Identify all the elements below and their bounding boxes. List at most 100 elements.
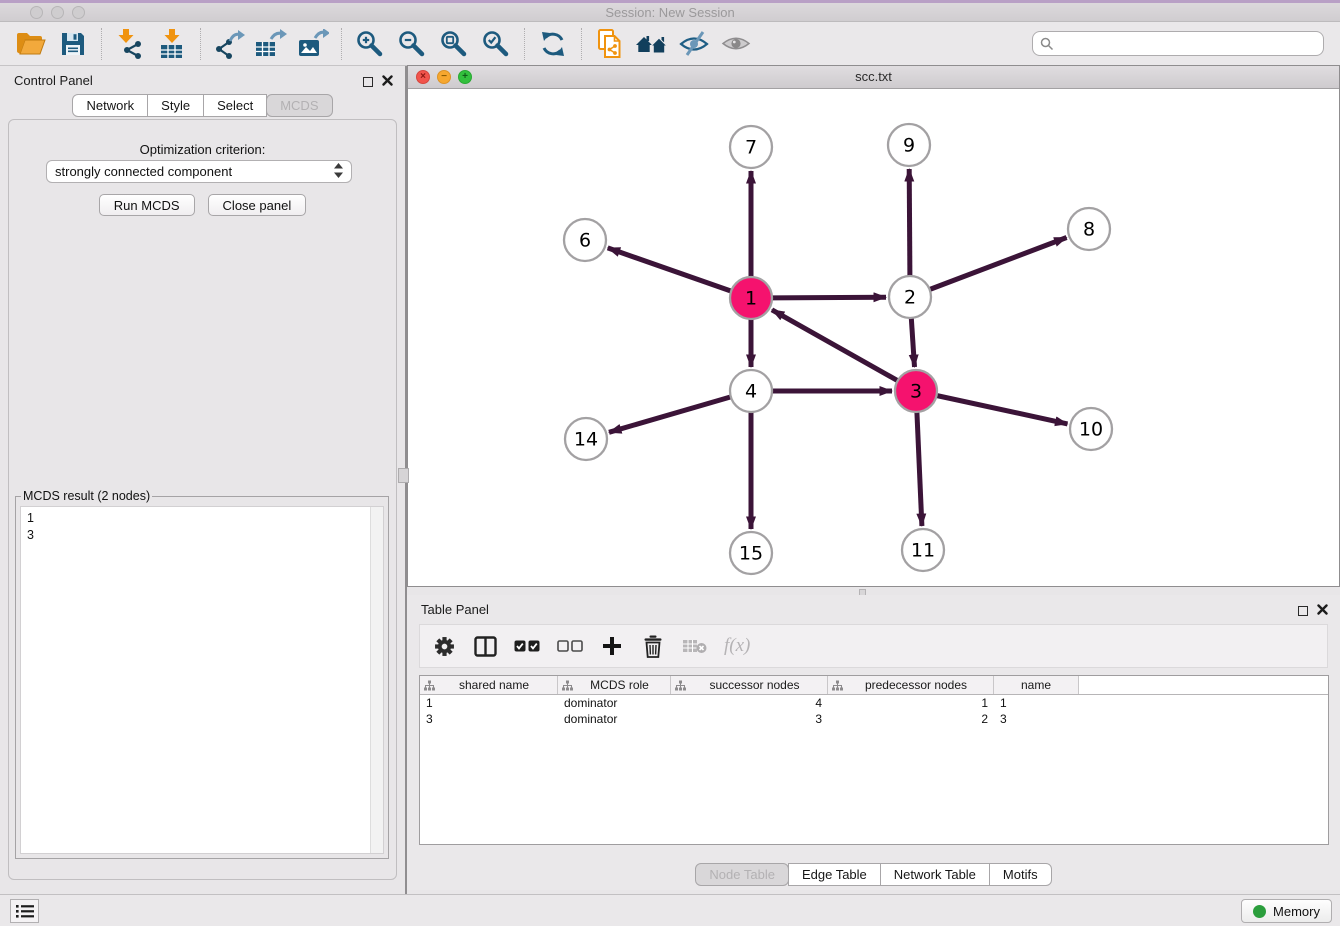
graph-edge[interactable] [772, 310, 898, 381]
network-window-titlebar[interactable]: × − + scc.txt [408, 66, 1339, 89]
graph-node[interactable]: 11 [902, 529, 944, 571]
select-all-columns-icon[interactable] [514, 633, 540, 659]
graph-node[interactable]: 9 [888, 124, 930, 166]
close-panel-icon[interactable] [382, 73, 393, 91]
tab-network[interactable]: Network [72, 94, 148, 117]
export-network-icon[interactable] [212, 27, 246, 61]
graph-edge[interactable] [917, 412, 922, 526]
cell-successor-nodes[interactable]: 4 [671, 696, 828, 710]
svg-text:1: 1 [745, 288, 757, 310]
memory-label: Memory [1273, 904, 1320, 919]
float-table-panel-icon[interactable] [1298, 606, 1308, 616]
close-window-icon[interactable] [30, 6, 43, 19]
zoom-selected-icon[interactable] [479, 27, 513, 61]
save-session-icon[interactable] [56, 27, 90, 61]
svg-text:10: 10 [1079, 419, 1103, 441]
show-columns-icon[interactable] [473, 633, 497, 659]
memory-button[interactable]: Memory [1241, 899, 1332, 923]
tab-edge-table[interactable]: Edge Table [788, 863, 881, 886]
cell-successor-nodes[interactable]: 3 [671, 712, 828, 726]
cell-mcds-role[interactable]: dominator [558, 712, 671, 726]
float-panel-icon[interactable] [363, 77, 373, 87]
refresh-view-icon[interactable] [536, 27, 570, 61]
network-file-icon[interactable] [593, 27, 627, 61]
svg-text:11: 11 [911, 540, 935, 562]
graph-node[interactable]: 1 [730, 277, 772, 319]
network-minimize-icon[interactable]: − [437, 70, 451, 84]
toolbar-separator [341, 28, 342, 60]
show-graphics-details-icon[interactable] [719, 27, 753, 61]
column-header-name[interactable]: name [994, 676, 1079, 694]
mcds-tab-content: Optimization criterion: strongly connect… [8, 119, 397, 880]
cell-shared-name[interactable]: 3 [420, 712, 558, 726]
tab-mcds[interactable]: MCDS [266, 94, 332, 117]
panel-resize-handle[interactable] [398, 468, 409, 483]
import-table-icon[interactable] [155, 27, 189, 61]
control-panel-title: Control Panel [14, 73, 93, 88]
tab-select[interactable]: Select [203, 94, 267, 117]
search-icon [1040, 37, 1054, 56]
result-scrollbar[interactable] [370, 507, 383, 853]
maximize-window-icon[interactable] [72, 6, 85, 19]
graph-node[interactable]: 3 [895, 370, 937, 412]
graph-edge[interactable] [911, 318, 914, 367]
zoom-out-icon[interactable] [395, 27, 429, 61]
search-input[interactable] [1032, 31, 1324, 56]
tab-motifs[interactable]: Motifs [989, 863, 1052, 886]
graph-node[interactable]: 14 [565, 418, 607, 460]
open-session-icon[interactable] [14, 27, 48, 61]
cell-predecessor-nodes[interactable]: 2 [828, 712, 994, 726]
close-panel-button[interactable]: Close panel [208, 194, 307, 216]
graph-node[interactable]: 6 [564, 219, 606, 261]
graph-edge[interactable] [909, 169, 910, 276]
run-mcds-button[interactable]: Run MCDS [99, 194, 195, 216]
network-maximize-icon[interactable]: + [458, 70, 472, 84]
table-row[interactable]: 1dominator411 [420, 695, 1328, 711]
mcds-result-area[interactable]: 13 [20, 506, 384, 854]
export-image-icon[interactable] [296, 27, 330, 61]
column-header-shared-name[interactable]: shared name [420, 676, 558, 694]
table-row[interactable]: 3dominator323 [420, 711, 1328, 727]
cell-name[interactable]: 3 [994, 712, 1079, 726]
close-table-panel-icon[interactable] [1317, 602, 1328, 620]
graph-node[interactable]: 2 [889, 276, 931, 318]
toolbar-separator [200, 28, 201, 60]
column-header-mcds-role[interactable]: MCDS role [558, 676, 671, 694]
network-canvas-svg[interactable]: 7 9 6 8 1 2 4 3 14 10 15 11 [408, 89, 1339, 586]
graph-edge[interactable] [930, 238, 1067, 290]
cell-name[interactable]: 1 [994, 696, 1079, 710]
tab-network-table[interactable]: Network Table [880, 863, 990, 886]
import-network-icon[interactable] [113, 27, 147, 61]
zoom-in-icon[interactable] [353, 27, 387, 61]
table-options-icon[interactable] [432, 633, 456, 659]
graph-edge[interactable] [609, 397, 731, 432]
svg-text:2: 2 [904, 287, 916, 309]
graph-edge[interactable] [608, 248, 732, 291]
graph-edge[interactable] [772, 297, 886, 298]
unselect-all-columns-icon[interactable] [557, 633, 583, 659]
column-header-predecessor-nodes[interactable]: predecessor nodes [828, 676, 994, 694]
node-table[interactable]: shared nameMCDS rolesuccessor nodesprede… [419, 675, 1329, 845]
tab-style[interactable]: Style [147, 94, 204, 117]
graph-node[interactable]: 7 [730, 126, 772, 168]
minimize-window-icon[interactable] [51, 6, 64, 19]
graph-edge[interactable] [937, 396, 1068, 424]
graph-node[interactable]: 10 [1070, 408, 1112, 450]
cell-predecessor-nodes[interactable]: 1 [828, 696, 994, 710]
cell-shared-name[interactable]: 1 [420, 696, 558, 710]
network-close-icon[interactable]: × [416, 70, 430, 84]
tab-node-table[interactable]: Node Table [695, 863, 789, 886]
hide-graphics-details-icon[interactable] [677, 27, 711, 61]
column-header-successor-nodes[interactable]: successor nodes [671, 676, 828, 694]
create-column-icon[interactable] [600, 633, 624, 659]
home-icon[interactable] [635, 27, 669, 61]
delete-columns-icon[interactable] [641, 633, 665, 659]
export-table-icon[interactable] [254, 27, 288, 61]
zoom-fit-icon[interactable] [437, 27, 471, 61]
cell-mcds-role[interactable]: dominator [558, 696, 671, 710]
graph-node[interactable]: 15 [730, 532, 772, 574]
criterion-select[interactable]: strongly connected component [46, 160, 352, 183]
task-history-button[interactable] [10, 899, 39, 923]
graph-node[interactable]: 4 [730, 370, 772, 412]
graph-node[interactable]: 8 [1068, 208, 1110, 250]
